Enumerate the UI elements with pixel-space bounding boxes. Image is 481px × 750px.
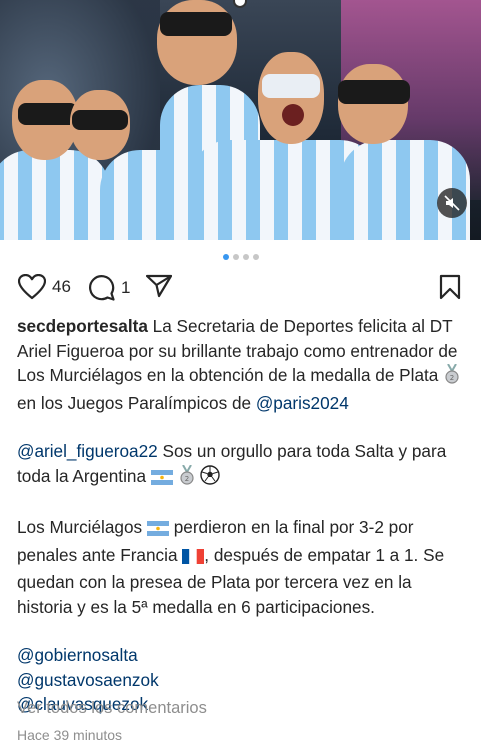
player-mouth (282, 104, 304, 126)
player-face (258, 52, 324, 144)
player-eyepatch (262, 74, 320, 98)
argentina-flag-icon (150, 467, 173, 492)
carousel-dot (222, 254, 229, 260)
france-flag-icon (182, 546, 205, 571)
player-blindfold (72, 110, 128, 130)
share-button[interactable] (146, 274, 172, 298)
comment-button[interactable]: 1 (88, 274, 130, 301)
caption-text: Los Murciélagos (17, 517, 147, 537)
argentina-flag-icon (146, 518, 169, 543)
heart-outline-icon (18, 274, 46, 300)
silver-medal-icon: 2 (178, 464, 196, 492)
like-button[interactable]: 46 (18, 274, 71, 300)
paper-plane-icon (146, 274, 172, 298)
save-button[interactable] (439, 274, 461, 305)
mention-link[interactable]: @gobiernosalta (17, 643, 469, 668)
speech-bubble-icon (89, 275, 115, 301)
post-caption: secdeportesalta La Secretaria de Deporte… (17, 314, 469, 717)
player-blindfold (338, 80, 410, 104)
mention-link[interactable]: @ariel_figueroa22 (17, 441, 158, 461)
action-bar: 46 1 (0, 274, 481, 304)
player-blindfold (160, 12, 232, 36)
silver-medal-icon: 2 (443, 363, 461, 391)
carousel-dot (252, 254, 259, 260)
like-count[interactable]: 46 (52, 277, 71, 297)
caption-paragraph: secdeportesalta La Secretaria de Deporte… (17, 314, 469, 415)
comment-count[interactable]: 1 (121, 278, 130, 298)
caption-paragraph: @ariel_figueroa22 Sos un orgullo para to… (17, 439, 469, 491)
player-face (338, 64, 408, 144)
post-timestamp: Hace 39 minutos (17, 727, 123, 743)
soccer-ball-icon (200, 464, 221, 492)
post-media[interactable] (0, 0, 481, 240)
svg-text:2: 2 (184, 475, 188, 483)
mention-link[interactable]: @gustavosaenzok (17, 668, 469, 693)
carousel-dot (232, 254, 239, 260)
svg-text:2: 2 (450, 374, 454, 382)
media-top-indicator (233, 0, 247, 8)
caption-text: en los Juegos Paralímpicos de (17, 392, 256, 413)
carousel-dot (242, 254, 249, 260)
mention-link[interactable]: @paris2024 (256, 393, 349, 413)
player-blindfold (18, 103, 78, 125)
author-username[interactable]: secdeportesalta (17, 316, 148, 336)
player-jersey (0, 150, 110, 240)
caption-paragraph: Los Murciélagos perdieron en la final po… (17, 515, 469, 619)
speaker-muted-icon (444, 195, 460, 211)
bookmark-outline-icon (439, 274, 461, 300)
carousel-indicator (0, 240, 481, 274)
view-all-comments-link[interactable]: Ver todos los comentarios (17, 699, 207, 718)
mute-button[interactable] (437, 188, 467, 218)
